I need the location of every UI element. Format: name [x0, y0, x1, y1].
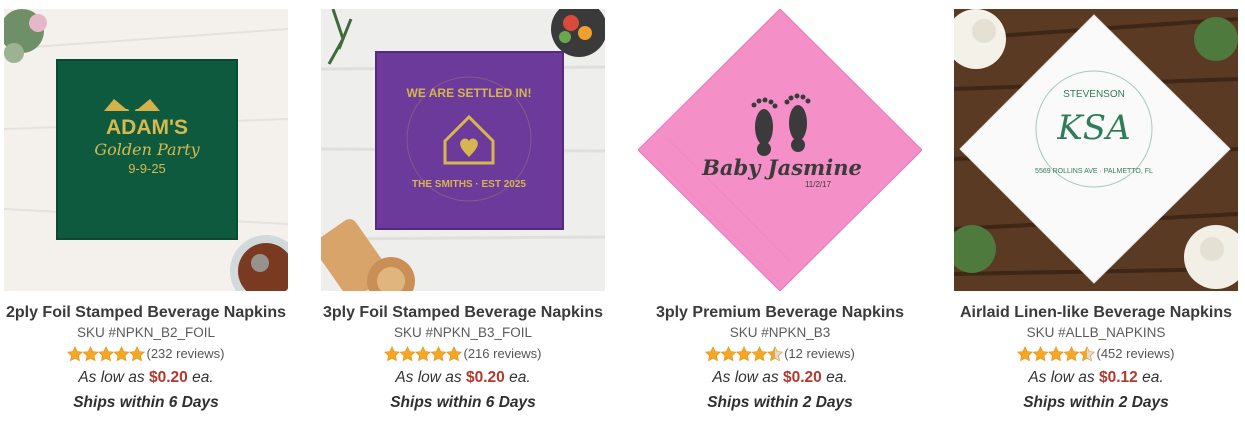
- product-price: As low as $0.20 ea.: [78, 369, 214, 386]
- star-rating-icon: [384, 346, 463, 362]
- svg-text:11/2/17: 11/2/17: [805, 180, 832, 189]
- shipping-info: Ships within 6 Days: [73, 394, 219, 411]
- product-sku: SKU #NPKN_B3: [729, 325, 831, 340]
- star-icon: [705, 346, 722, 362]
- product-image[interactable]: STEVENSON KSA 5569 ROLLINS AVE · PALMETT…: [954, 9, 1238, 291]
- price-amount: $0.12: [1098, 369, 1138, 386]
- purple-foil-napkin-image: WE ARE SETTLED IN! THE SMITHS · EST 2025: [321, 9, 605, 291]
- product-sku: SKU #NPKN_B2_FOIL: [76, 325, 216, 340]
- product-name-link[interactable]: Airlaid Linen-like Beverage Napkins: [954, 304, 1238, 321]
- product-price: As low as $0.20 ea.: [395, 369, 531, 386]
- svg-text:Golden Party: Golden Party: [94, 140, 200, 159]
- star-icon: [1033, 346, 1049, 362]
- product-rating[interactable]: (216 reviews): [321, 346, 605, 362]
- price-amount: $0.20: [148, 369, 188, 386]
- product-card: ADAM'S Golden Party 9-9-25 2ply Foil Sta…: [4, 0, 288, 412]
- green-foil-napkin-image: ADAM'S Golden Party 9-9-25: [4, 9, 288, 291]
- review-count: (216 reviews): [463, 346, 542, 361]
- star-icon: [67, 346, 84, 362]
- product-name-link[interactable]: 3ply Foil Stamped Beverage Napkins: [321, 304, 605, 321]
- review-count: (452 reviews): [1096, 346, 1175, 361]
- star-rating-icon: [1017, 346, 1096, 362]
- review-count: (12 reviews): [784, 346, 855, 361]
- product-rating[interactable]: (232 reviews): [4, 346, 288, 362]
- product-sku: SKU #NPKN_B3_FOIL: [393, 325, 533, 340]
- svg-text:KSA: KSA: [1056, 108, 1130, 148]
- product-price: As low as $0.20 ea.: [712, 369, 848, 386]
- star-icon: [736, 346, 753, 362]
- shipping-info: Ships within 2 Days: [707, 394, 853, 411]
- star-icon: [129, 346, 146, 362]
- svg-text:ADAM'S: ADAM'S: [106, 116, 188, 139]
- svg-text:5569 ROLLINS AVE · PALMETTO, F: 5569 ROLLINS AVE · PALMETTO, FL: [1035, 168, 1153, 175]
- shipping-info: Ships within 2 Days: [1023, 394, 1169, 411]
- svg-text:9-9-25: 9-9-25: [128, 161, 166, 176]
- star-icon: [431, 346, 447, 362]
- star-icon: [114, 346, 130, 362]
- product-rating[interactable]: (452 reviews): [954, 346, 1238, 362]
- product-rating[interactable]: (12 reviews): [638, 346, 922, 362]
- product-name-link[interactable]: 3ply Premium Beverage Napkins: [638, 304, 922, 321]
- product-image[interactable]: ADAM'S Golden Party 9-9-25: [4, 9, 288, 291]
- shipping-info: Ships within 6 Days: [390, 394, 536, 411]
- pink-baby-napkin-image: Baby Jasmine 11/2/17: [638, 9, 922, 291]
- star-rating-icon: [67, 346, 146, 362]
- star-icon: [751, 346, 768, 362]
- product-card: WE ARE SETTLED IN! THE SMITHS · EST 2025…: [321, 0, 605, 412]
- product-sku: SKU #ALLB_NAPKINS: [1026, 325, 1166, 340]
- star-icon: [1017, 346, 1034, 362]
- review-count: (232 reviews): [146, 346, 225, 361]
- price-amount: $0.20: [465, 369, 505, 386]
- star-icon: [1064, 346, 1080, 362]
- star-icon: [98, 346, 115, 362]
- star-icon: [384, 346, 401, 362]
- svg-text:STEVENSON: STEVENSON: [1063, 89, 1125, 100]
- product-image[interactable]: Baby Jasmine 11/2/17: [638, 9, 922, 291]
- star-rating-icon: [705, 346, 784, 362]
- svg-text:WE ARE SETTLED IN!: WE ARE SETTLED IN!: [407, 86, 532, 100]
- product-image[interactable]: WE ARE SETTLED IN! THE SMITHS · EST 2025: [321, 9, 605, 291]
- white-airlaid-napkin-image: STEVENSON KSA 5569 ROLLINS AVE · PALMETT…: [954, 9, 1238, 291]
- star-icon: [446, 346, 463, 362]
- product-name-link[interactable]: 2ply Foil Stamped Beverage Napkins: [4, 304, 288, 321]
- star-icon: [400, 346, 416, 362]
- svg-text:Baby Jasmine: Baby Jasmine: [701, 155, 862, 180]
- price-amount: $0.20: [782, 369, 822, 386]
- star-icon: [720, 346, 737, 362]
- star-icon: [415, 346, 432, 362]
- star-icon: [767, 346, 784, 362]
- svg-text:THE SMITHS · EST 2025: THE SMITHS · EST 2025: [412, 179, 526, 190]
- star-icon: [1048, 346, 1065, 362]
- product-card: Baby Jasmine 11/2/17 3ply Premium Bevera…: [638, 0, 922, 412]
- star-icon: [83, 346, 99, 362]
- product-card: STEVENSON KSA 5569 ROLLINS AVE · PALMETT…: [954, 0, 1238, 412]
- product-price: As low as $0.12 ea.: [1028, 369, 1164, 386]
- star-icon: [1079, 346, 1096, 362]
